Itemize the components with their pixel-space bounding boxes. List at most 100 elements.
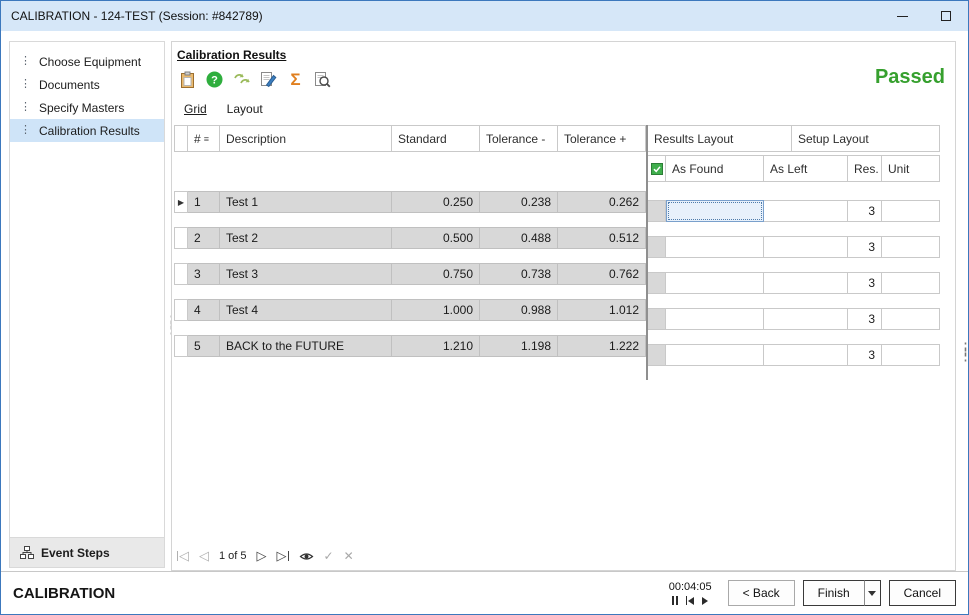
cell-unit[interactable]: [882, 200, 940, 222]
cell-unit[interactable]: [882, 236, 940, 258]
help-icon[interactable]: ?: [203, 68, 226, 91]
cell-tolerance-plus[interactable]: 1.222: [558, 335, 646, 357]
row-indicator[interactable]: ▶: [174, 191, 188, 213]
back-button[interactable]: < Back: [728, 580, 795, 606]
sidebar-item-choose-equipment[interactable]: ⋮ Choose Equipment: [10, 50, 164, 73]
cell-res[interactable]: 3: [848, 344, 882, 366]
tab-grid[interactable]: Grid: [184, 102, 207, 119]
cell-description[interactable]: Test 2: [220, 227, 392, 249]
grid-options-icon[interactable]: [648, 155, 666, 182]
cell-res[interactable]: 3: [848, 200, 882, 222]
splitter-handle-left[interactable]: ⋮⋮: [164, 319, 170, 333]
row-indicator[interactable]: [174, 335, 188, 357]
nav-first-button[interactable]: ◁: [177, 548, 189, 564]
finish-split-button: Finish: [803, 580, 881, 606]
edit-icon[interactable]: [257, 68, 280, 91]
cell-as-left[interactable]: [764, 200, 848, 222]
row-marker: [648, 344, 666, 366]
grid-right-section: Results Layout Setup Layout As Found As …: [646, 125, 940, 380]
cell-as-found[interactable]: [666, 200, 764, 222]
cell-standard[interactable]: 0.250: [392, 191, 480, 213]
cell-description[interactable]: BACK to the FUTURE: [220, 335, 392, 357]
cell-tolerance-plus[interactable]: 1.012: [558, 299, 646, 321]
nav-view-button[interactable]: [299, 551, 314, 562]
cell-tolerance-plus[interactable]: 0.262: [558, 191, 646, 213]
row-indicator[interactable]: [174, 299, 188, 321]
sidebar-item-calibration-results[interactable]: ⋮ Calibration Results: [10, 119, 164, 142]
cell-description[interactable]: Test 4: [220, 299, 392, 321]
nav-last-button[interactable]: ▷: [277, 548, 289, 564]
column-header-description[interactable]: Description: [220, 125, 392, 152]
minimize-button[interactable]: [880, 1, 924, 31]
row-marker: [648, 236, 666, 258]
cell-as-found[interactable]: [666, 308, 764, 330]
cell-unit[interactable]: [882, 308, 940, 330]
column-header-as-left[interactable]: As Left: [764, 155, 848, 182]
row-marker: [648, 272, 666, 294]
finish-button[interactable]: Finish: [803, 580, 865, 606]
cell-num[interactable]: 4: [188, 299, 220, 321]
event-steps-button[interactable]: Event Steps: [10, 537, 164, 567]
cell-tolerance-minus[interactable]: 0.238: [480, 191, 558, 213]
cell-description[interactable]: Test 1: [220, 191, 392, 213]
cell-unit[interactable]: [882, 344, 940, 366]
cell-as-left[interactable]: [764, 308, 848, 330]
nav-previous-button[interactable]: ◁: [199, 548, 209, 564]
group-header-results-layout[interactable]: Results Layout: [648, 125, 792, 152]
nav-next-button[interactable]: ▷: [257, 548, 267, 564]
nav-cancel-edit-button[interactable]: ✕: [344, 549, 354, 563]
cell-tolerance-minus[interactable]: 0.988: [480, 299, 558, 321]
titlebar[interactable]: CALIBRATION - 124-TEST (Session: #842789…: [1, 1, 968, 31]
preview-icon[interactable]: [311, 68, 334, 91]
table-row: 3: [648, 308, 940, 330]
cell-standard[interactable]: 1.210: [392, 335, 480, 357]
cell-res[interactable]: 3: [848, 272, 882, 294]
column-header-standard[interactable]: Standard: [392, 125, 480, 152]
cell-as-left[interactable]: [764, 272, 848, 294]
cell-as-left[interactable]: [764, 344, 848, 366]
splitter-handle-right[interactable]: ⋮⋮: [958, 346, 964, 360]
column-header-as-found[interactable]: As Found: [666, 155, 764, 182]
paste-icon[interactable]: [176, 68, 199, 91]
cell-as-left[interactable]: [764, 236, 848, 258]
cell-num[interactable]: 2: [188, 227, 220, 249]
skip-back-icon[interactable]: [686, 596, 695, 605]
maximize-button[interactable]: [924, 1, 968, 31]
sidebar-item-documents[interactable]: ⋮ Documents: [10, 73, 164, 96]
row-indicator[interactable]: [174, 227, 188, 249]
play-icon[interactable]: [702, 597, 708, 605]
cell-tolerance-plus[interactable]: 0.512: [558, 227, 646, 249]
column-header-num[interactable]: # ≡: [188, 125, 220, 152]
cell-standard[interactable]: 1.000: [392, 299, 480, 321]
cell-tolerance-plus[interactable]: 0.762: [558, 263, 646, 285]
cell-num[interactable]: 1: [188, 191, 220, 213]
cell-res[interactable]: 3: [848, 308, 882, 330]
pause-icon[interactable]: [672, 596, 678, 605]
cell-num[interactable]: 3: [188, 263, 220, 285]
cell-tolerance-minus[interactable]: 0.488: [480, 227, 558, 249]
cell-num[interactable]: 5: [188, 335, 220, 357]
column-header-tolerance-plus[interactable]: Tolerance +: [558, 125, 646, 152]
group-header-setup-layout[interactable]: Setup Layout: [792, 125, 940, 152]
cell-res[interactable]: 3: [848, 236, 882, 258]
cell-standard[interactable]: 0.750: [392, 263, 480, 285]
cell-as-found[interactable]: [666, 236, 764, 258]
tab-layout[interactable]: Layout: [227, 102, 263, 119]
cell-as-found[interactable]: [666, 344, 764, 366]
nav-accept-button[interactable]: ✓: [324, 549, 334, 563]
cell-tolerance-minus[interactable]: 0.738: [480, 263, 558, 285]
sidebar-item-specify-masters[interactable]: ⋮ Specify Masters: [10, 96, 164, 119]
cell-unit[interactable]: [882, 272, 940, 294]
cell-tolerance-minus[interactable]: 1.198: [480, 335, 558, 357]
refresh-icon[interactable]: [230, 68, 253, 91]
row-indicator[interactable]: [174, 263, 188, 285]
cancel-button[interactable]: Cancel: [889, 580, 956, 606]
cell-as-found[interactable]: [666, 272, 764, 294]
cell-standard[interactable]: 0.500: [392, 227, 480, 249]
column-header-tolerance-minus[interactable]: Tolerance -: [480, 125, 558, 152]
sum-icon[interactable]: Σ: [284, 68, 307, 91]
finish-dropdown-button[interactable]: [864, 580, 881, 606]
cell-description[interactable]: Test 3: [220, 263, 392, 285]
column-header-unit[interactable]: Unit: [882, 155, 940, 182]
column-header-res[interactable]: Res.: [848, 155, 882, 182]
